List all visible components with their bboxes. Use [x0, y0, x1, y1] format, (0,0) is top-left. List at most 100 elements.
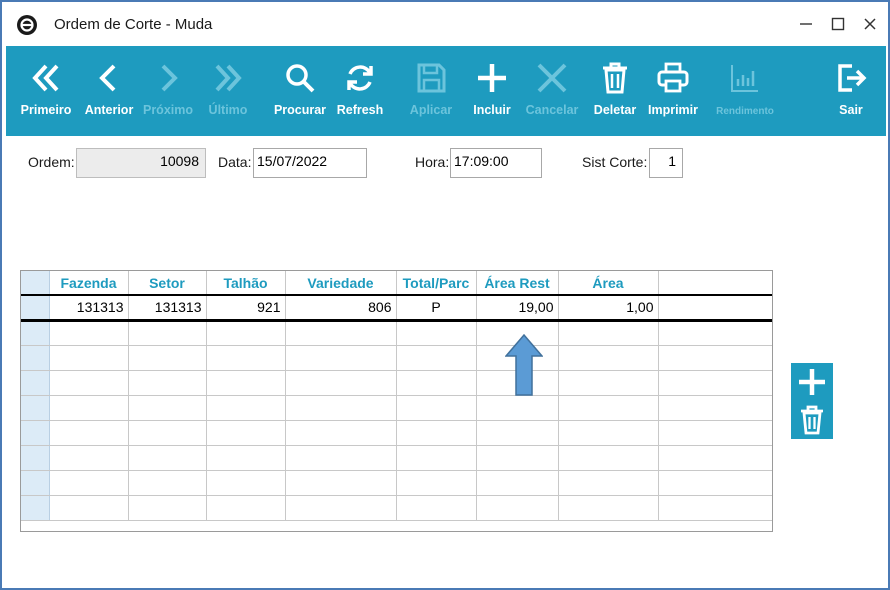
cancel-button[interactable]: Cancelar — [522, 46, 582, 136]
empty-cell[interactable] — [476, 495, 559, 521]
empty-cell[interactable] — [206, 370, 286, 396]
include-button[interactable]: Incluir — [466, 46, 518, 136]
empty-cell[interactable] — [396, 420, 477, 446]
empty-cell[interactable] — [285, 470, 397, 496]
row-indicator[interactable] — [21, 370, 50, 396]
empty-cell[interactable] — [128, 495, 207, 521]
next-button[interactable]: Próximo — [141, 46, 195, 136]
row-indicator[interactable] — [21, 395, 50, 421]
empty-cell[interactable] — [476, 470, 559, 496]
row-indicator[interactable] — [21, 345, 50, 371]
delete-button[interactable]: Deletar — [588, 46, 642, 136]
column-header-talhao[interactable]: Talhão — [206, 271, 286, 296]
column-header-variedade[interactable]: Variedade — [285, 271, 397, 296]
refresh-button[interactable]: Refresh — [334, 46, 386, 136]
empty-cell[interactable] — [206, 345, 286, 371]
empty-cell[interactable] — [285, 420, 397, 446]
empty-cell[interactable] — [128, 320, 207, 346]
column-header-total-parc[interactable]: Total/Parc — [396, 271, 477, 296]
empty-cell[interactable] — [285, 495, 397, 521]
empty-row[interactable] — [21, 370, 772, 396]
row-indicator[interactable] — [21, 470, 50, 496]
sist-corte-field[interactable]: 1 — [649, 148, 683, 178]
empty-cell[interactable] — [128, 370, 207, 396]
empty-cell[interactable] — [49, 370, 129, 396]
cell-total-parc[interactable]: P — [396, 294, 477, 322]
minimize-button[interactable] — [794, 12, 818, 36]
close-button[interactable] — [858, 12, 882, 36]
empty-cell[interactable] — [49, 470, 129, 496]
empty-row[interactable] — [21, 345, 772, 371]
row-indicator[interactable] — [21, 294, 50, 322]
empty-cell[interactable] — [476, 445, 559, 471]
empty-row[interactable] — [21, 420, 772, 446]
yield-button[interactable]: Rendimento — [708, 46, 782, 136]
empty-cell[interactable] — [128, 445, 207, 471]
empty-row[interactable] — [21, 395, 772, 421]
empty-cell[interactable] — [396, 320, 477, 346]
empty-row[interactable] — [21, 470, 772, 496]
row-indicator[interactable] — [21, 420, 50, 446]
empty-row[interactable] — [21, 495, 772, 521]
apply-button[interactable]: Aplicar — [404, 46, 458, 136]
empty-cell[interactable] — [558, 420, 659, 446]
row-indicator[interactable] — [21, 320, 50, 346]
last-button[interactable]: Último — [203, 46, 253, 136]
empty-cell[interactable] — [206, 420, 286, 446]
print-button[interactable]: Imprimir — [644, 46, 702, 136]
empty-cell[interactable] — [128, 420, 207, 446]
column-header-fazenda[interactable]: Fazenda — [49, 271, 129, 296]
hora-field[interactable]: 17:09:00 — [450, 148, 542, 178]
maximize-button[interactable] — [826, 12, 850, 36]
cell-fazenda[interactable]: 131313 — [49, 294, 129, 322]
empty-cell[interactable] — [558, 395, 659, 421]
empty-cell[interactable] — [396, 445, 477, 471]
cell-variedade[interactable]: 806 — [285, 294, 397, 322]
empty-cell[interactable] — [558, 470, 659, 496]
exit-button[interactable]: Sair — [826, 46, 876, 136]
empty-cell[interactable] — [128, 395, 207, 421]
empty-cell[interactable] — [128, 345, 207, 371]
empty-cell[interactable] — [49, 345, 129, 371]
empty-cell[interactable] — [396, 370, 477, 396]
first-button[interactable]: Primeiro — [18, 46, 74, 136]
empty-cell[interactable] — [206, 495, 286, 521]
column-header-area[interactable]: Área — [558, 271, 659, 296]
empty-cell[interactable] — [206, 320, 286, 346]
cell-area[interactable]: 1,00 — [558, 294, 659, 322]
empty-cell[interactable] — [476, 395, 559, 421]
empty-cell[interactable] — [396, 395, 477, 421]
empty-cell[interactable] — [396, 470, 477, 496]
empty-row[interactable] — [21, 445, 772, 471]
empty-cell[interactable] — [476, 420, 559, 446]
empty-cell[interactable] — [206, 470, 286, 496]
empty-cell[interactable] — [285, 395, 397, 421]
row-indicator[interactable] — [21, 445, 50, 471]
empty-cell[interactable] — [49, 495, 129, 521]
empty-cell[interactable] — [558, 320, 659, 346]
empty-cell[interactable] — [49, 445, 129, 471]
empty-row[interactable] — [21, 320, 772, 346]
column-header-setor[interactable]: Setor — [128, 271, 207, 296]
empty-cell[interactable] — [49, 320, 129, 346]
empty-cell[interactable] — [558, 445, 659, 471]
cell-talhao[interactable]: 921 — [206, 294, 286, 322]
empty-cell[interactable] — [49, 395, 129, 421]
empty-cell[interactable] — [206, 445, 286, 471]
empty-cell[interactable] — [396, 495, 477, 521]
empty-cell[interactable] — [285, 320, 397, 346]
data-field[interactable]: 15/07/2022 — [253, 148, 367, 178]
add-row-button[interactable] — [791, 363, 833, 401]
empty-cell[interactable] — [285, 345, 397, 371]
table-row[interactable]: 131313 131313 921 806 P 19,00 1,00 — [21, 294, 772, 322]
column-header-area-rest[interactable]: Área Rest — [476, 271, 559, 296]
delete-row-button[interactable] — [791, 401, 833, 439]
cell-setor[interactable]: 131313 — [128, 294, 207, 322]
empty-cell[interactable] — [285, 445, 397, 471]
row-indicator[interactable] — [21, 495, 50, 521]
cell-area-rest[interactable]: 19,00 — [476, 294, 559, 322]
empty-cell[interactable] — [558, 345, 659, 371]
previous-button[interactable]: Anterior — [81, 46, 137, 136]
empty-cell[interactable] — [128, 470, 207, 496]
search-button[interactable]: Procurar — [271, 46, 329, 136]
